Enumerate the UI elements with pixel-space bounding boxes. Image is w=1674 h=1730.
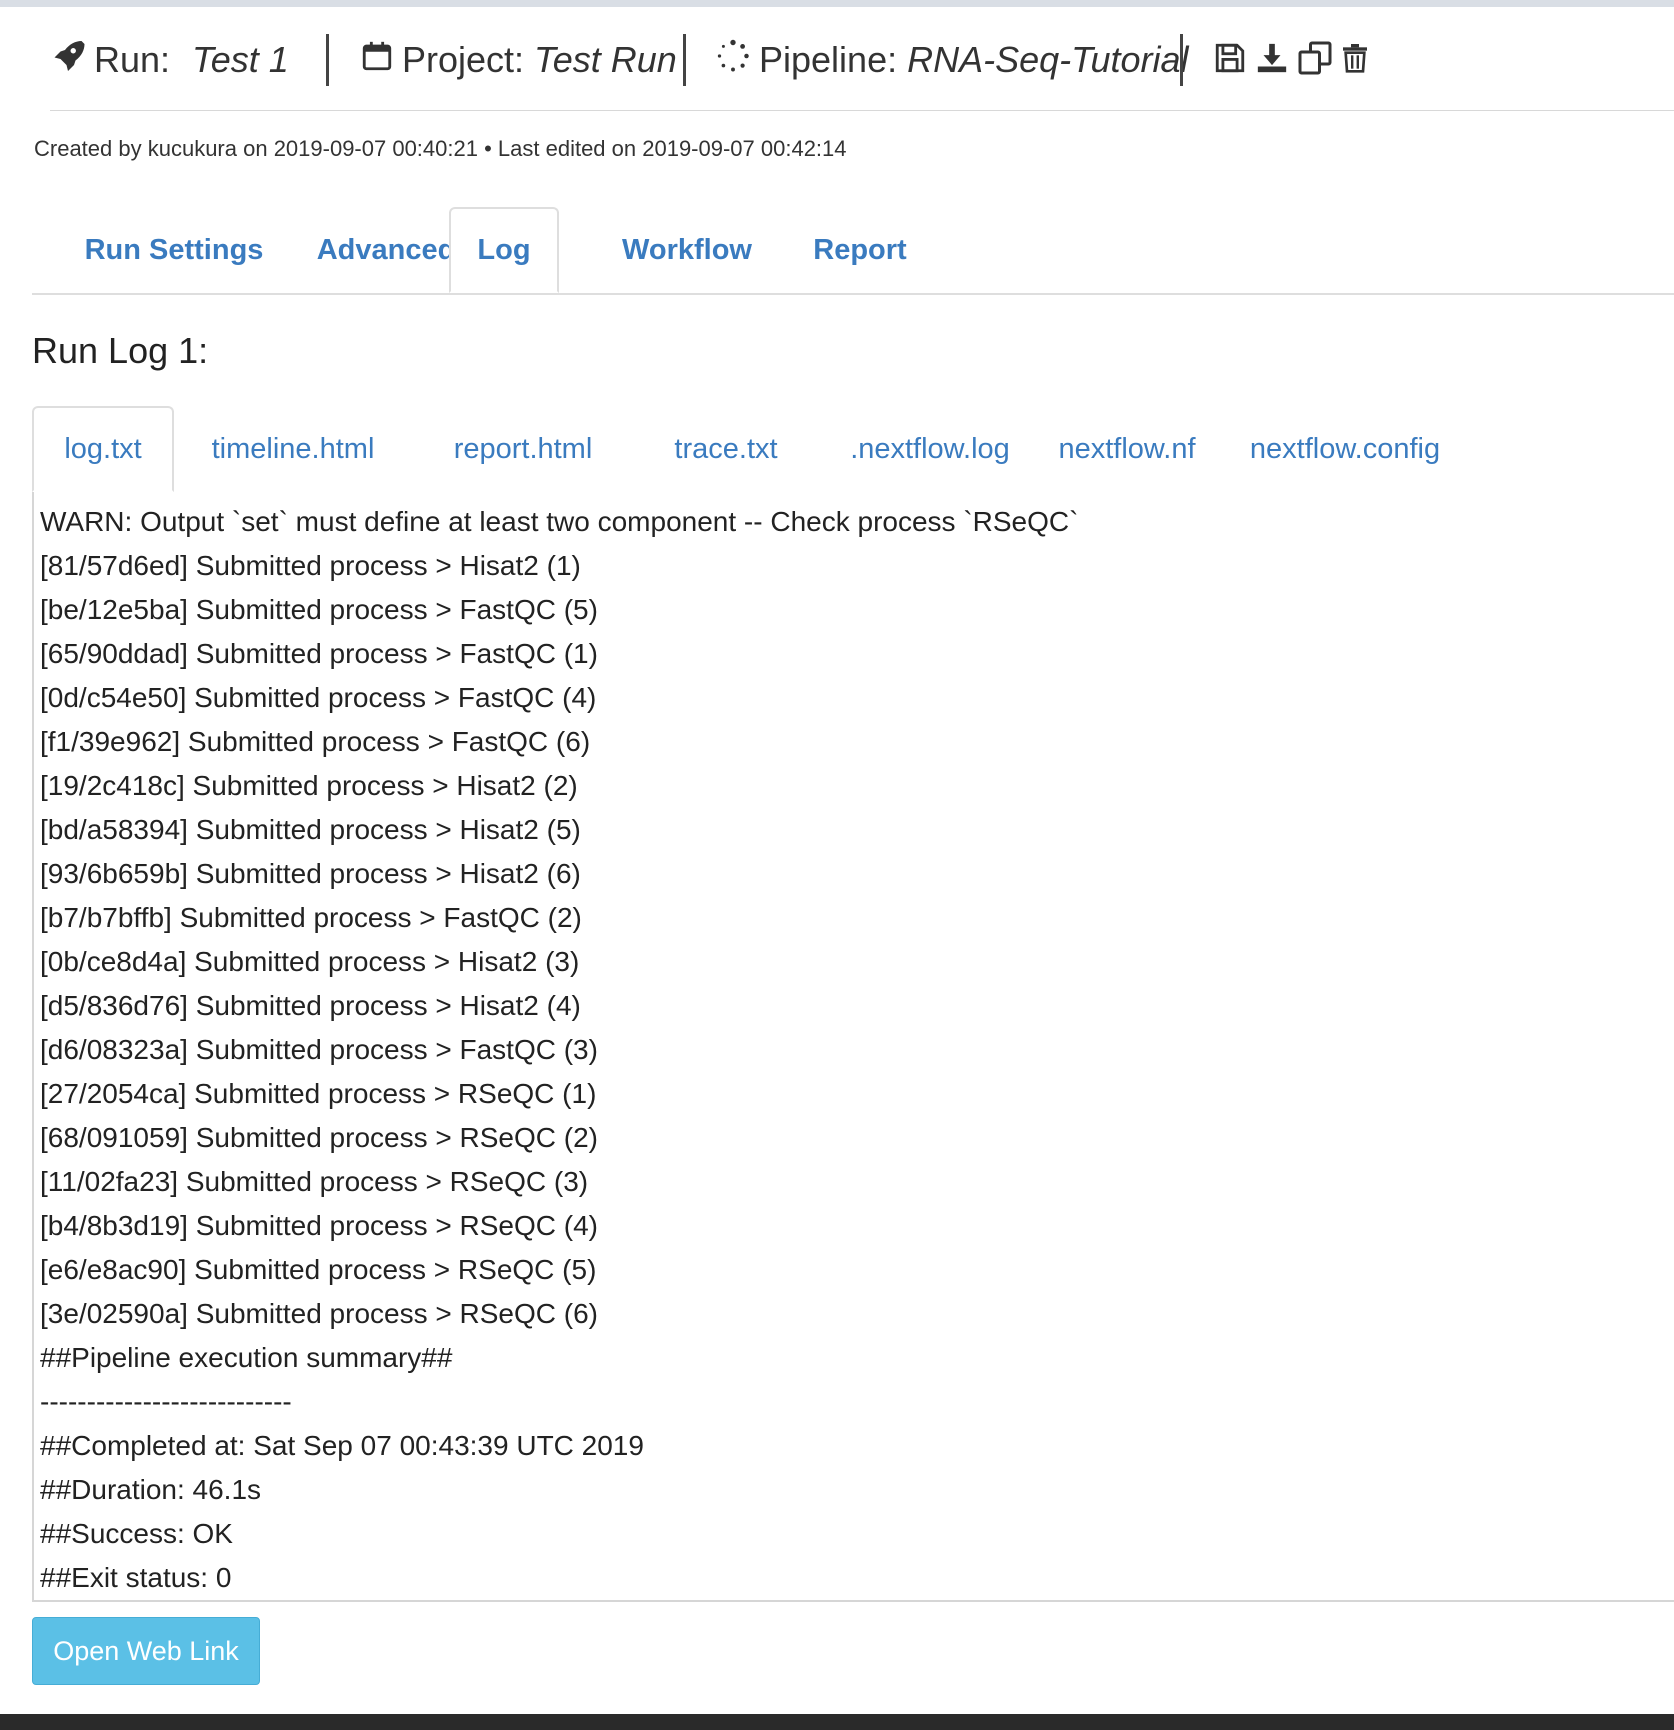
open-web-link-button[interactable]: Open Web Link	[32, 1617, 260, 1685]
log-line: [f1/39e962] Submitted process > FastQC (…	[40, 726, 591, 757]
log-line: ---------------------------	[40, 1386, 292, 1417]
download-icon[interactable]	[1255, 40, 1291, 80]
log-line: [e6/e8ac90] Submitted process > RSeQC (5…	[40, 1254, 597, 1285]
project-name[interactable]: Test Run	[534, 39, 677, 81]
spinner-icon	[715, 38, 751, 83]
top-strip	[0, 0, 1674, 7]
tab-log[interactable]: Log	[449, 207, 559, 293]
log-content-panel[interactable]: WARN: Output `set` must define at least …	[32, 492, 1674, 1602]
tab-log-txt[interactable]: log.txt	[32, 406, 174, 492]
log-line: [3e/02590a] Submitted process > RSeQC (6…	[40, 1298, 598, 1329]
header-divider	[1180, 34, 1183, 86]
log-line: WARN: Output `set` must define at least …	[40, 506, 1079, 537]
run-metadata: Created by kucukura on 2019-09-07 00:40:…	[34, 136, 847, 161]
run-toolbar	[1213, 40, 1375, 80]
main-tab-bar: Run Settings Advanced Log Workflow Repor…	[32, 207, 1674, 295]
log-line: [b4/8b3d19] Submitted process > RSeQC (4…	[40, 1210, 598, 1241]
log-line: [19/2c418c] Submitted process > Hisat2 (…	[40, 770, 578, 801]
project-title: Project: Test Run	[360, 20, 677, 100]
project-label: Project:	[402, 39, 525, 80]
run-label: Run:	[94, 39, 171, 80]
pipeline-label: Pipeline:	[759, 39, 898, 80]
tab-timeline-html[interactable]: timeline.html	[184, 406, 402, 492]
log-line: [27/2054ca] Submitted process > RSeQC (1…	[40, 1078, 597, 1109]
log-line: [be/12e5ba] Submitted process > FastQC (…	[40, 594, 598, 625]
run-header: Run: Test 1 Project: Test Run Pipeline: …	[50, 20, 1674, 111]
log-file-tab-bar: log.txt timeline.html report.html trace.…	[32, 406, 1674, 494]
log-line: [68/091059] Submitted process > RSeQC (2…	[40, 1122, 598, 1153]
log-line: ##Duration: 46.1s	[40, 1474, 262, 1505]
bottom-taskbar	[0, 1714, 1674, 1730]
header-divider	[683, 34, 686, 86]
log-line: [81/57d6ed] Submitted process > Hisat2 (…	[40, 550, 581, 581]
log-line: ##Pipeline execution summary##	[40, 1342, 453, 1373]
run-name[interactable]: Test 1	[192, 39, 289, 81]
save-icon[interactable]	[1213, 40, 1249, 80]
log-line: ##Exit status: 0	[40, 1562, 232, 1593]
tab-nextflow-config[interactable]: nextflow.config	[1232, 406, 1458, 492]
log-line: [bd/a58394] Submitted process > Hisat2 (…	[40, 814, 581, 845]
tab-report[interactable]: Report	[770, 207, 950, 293]
log-line: [0b/ce8d4a] Submitted process > Hisat2 (…	[40, 946, 580, 977]
tab-workflow[interactable]: Workflow	[577, 207, 797, 293]
tab-nextflow-nf[interactable]: nextflow.nf	[1042, 406, 1212, 492]
log-line: [93/6b659b] Submitted process > Hisat2 (…	[40, 858, 581, 889]
log-line: [11/02fa23] Submitted process > RSeQC (3…	[40, 1166, 589, 1197]
copy-icon[interactable]	[1297, 40, 1333, 80]
tab-run-settings[interactable]: Run Settings	[42, 207, 306, 293]
log-line: ##Completed at: Sat Sep 07 00:43:39 UTC …	[40, 1430, 644, 1461]
calendar-icon	[360, 38, 394, 83]
pipeline-title: Pipeline: RNA-Seq-Tutorial	[715, 20, 1189, 100]
run-log-heading: Run Log 1:	[32, 330, 209, 371]
log-text: WARN: Output `set` must define at least …	[40, 500, 1078, 1600]
log-line: [b7/b7bffb] Submitted process > FastQC (…	[40, 902, 582, 933]
pipeline-name[interactable]: RNA-Seq-Tutorial	[907, 39, 1188, 81]
log-line: [d6/08323a] Submitted process > FastQC (…	[40, 1034, 598, 1065]
tab-report-html[interactable]: report.html	[418, 406, 628, 492]
log-line: [0d/c54e50] Submitted process > FastQC (…	[40, 682, 597, 713]
log-line: [d5/836d76] Submitted process > Hisat2 (…	[40, 990, 581, 1021]
header-divider	[326, 34, 329, 86]
run-title: Run: Test 1	[50, 20, 289, 100]
rocket-icon	[50, 38, 86, 83]
log-line: [65/90ddad] Submitted process > FastQC (…	[40, 638, 598, 669]
trash-icon[interactable]	[1339, 40, 1375, 80]
log-line: ##Success: OK	[40, 1518, 233, 1549]
tab-trace-txt[interactable]: trace.txt	[644, 406, 808, 492]
tab-nextflow-log[interactable]: .nextflow.log	[810, 406, 1050, 492]
